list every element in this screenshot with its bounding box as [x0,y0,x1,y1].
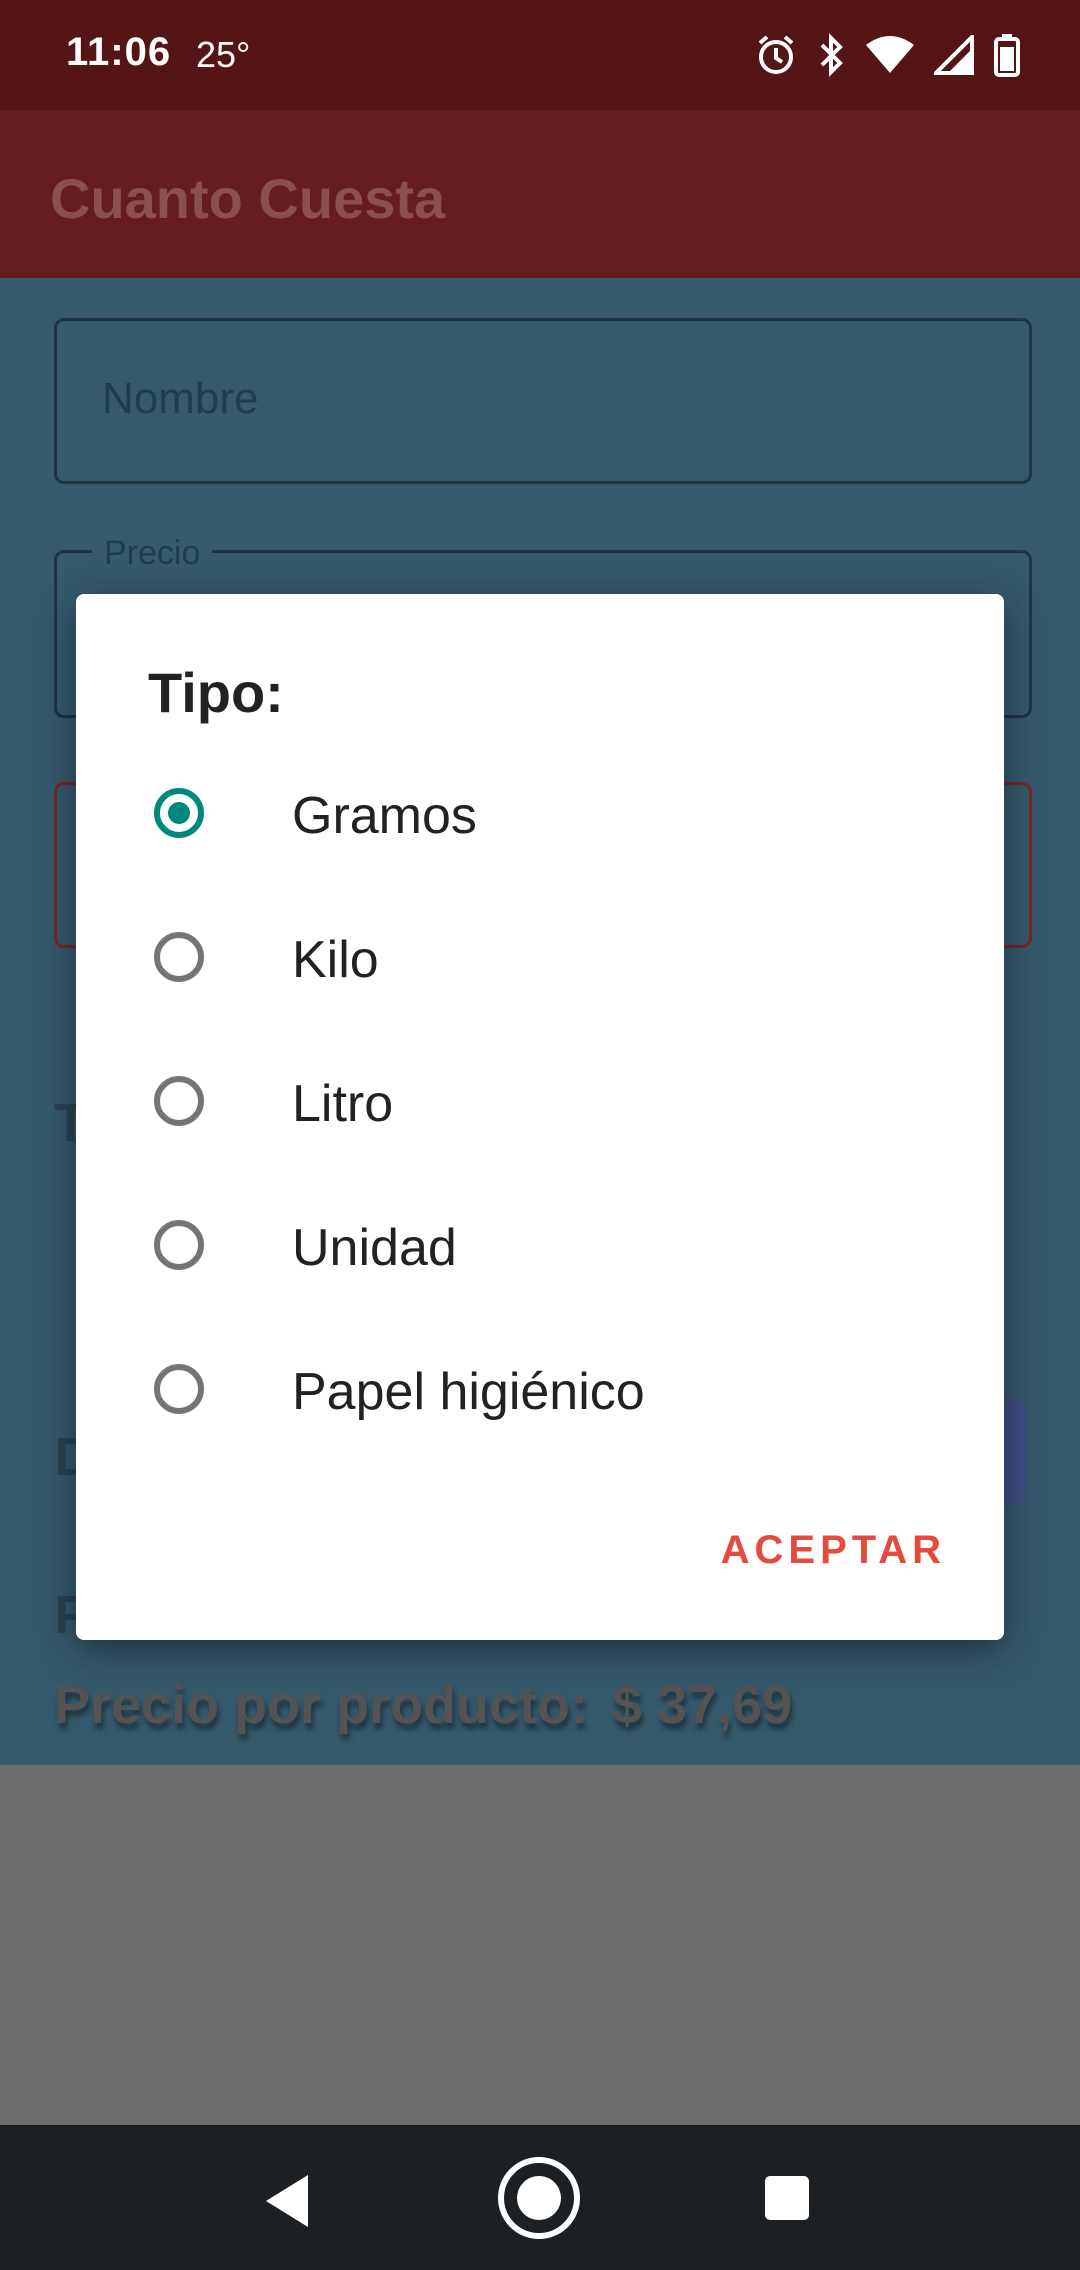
option-kilo[interactable]: Kilo [76,890,1004,1034]
tipo-dialog: Tipo: Gramos Kilo Litro Unidad Papel hig… [76,594,1004,1640]
option-label: Litro [292,1075,394,1133]
battery-icon [994,33,1020,77]
dialog-title: Tipo: [148,661,284,724]
precio-por-producto-value: $ 37,69 [612,1675,793,1735]
recents-icon[interactable] [764,2175,810,2226]
radio-checked-icon[interactable] [154,788,204,838]
cell-signal-icon [934,35,974,75]
bluetooth-icon [816,33,846,77]
radio-unchecked-icon[interactable] [154,1364,204,1414]
radio-unchecked-icon[interactable] [154,1076,204,1126]
nombre-field-label: Nombre [102,374,259,423]
lower-empty-area [0,1765,1080,2125]
precio-por-producto-label: Precio por producto: [54,1675,589,1735]
app-title: Cuanto Cuesta [50,167,446,230]
option-unidad[interactable]: Unidad [76,1178,1004,1322]
accept-button[interactable]: ACEPTAR [721,1528,946,1573]
home-icon[interactable] [496,2155,582,2246]
status-icons [756,30,1020,80]
navigation-bar [0,2125,1080,2270]
option-label: Papel higiénico [292,1363,645,1421]
radio-unchecked-icon[interactable] [154,1220,204,1270]
option-papel-higienico[interactable]: Papel higiénico [76,1322,1004,1466]
option-label: Unidad [292,1219,457,1277]
option-gramos[interactable]: Gramos [76,746,1004,890]
option-litro[interactable]: Litro [76,1034,1004,1178]
precio-field-label: Precio [92,534,213,573]
option-label: Gramos [292,787,477,845]
radio-unchecked-icon[interactable] [154,932,204,982]
option-label: Kilo [292,931,379,989]
alarm-icon [756,33,796,77]
wifi-icon [866,35,914,75]
status-time: 11:06 [66,30,172,74]
status-temperature: 25° [196,34,251,75]
back-icon[interactable] [262,2173,312,2234]
